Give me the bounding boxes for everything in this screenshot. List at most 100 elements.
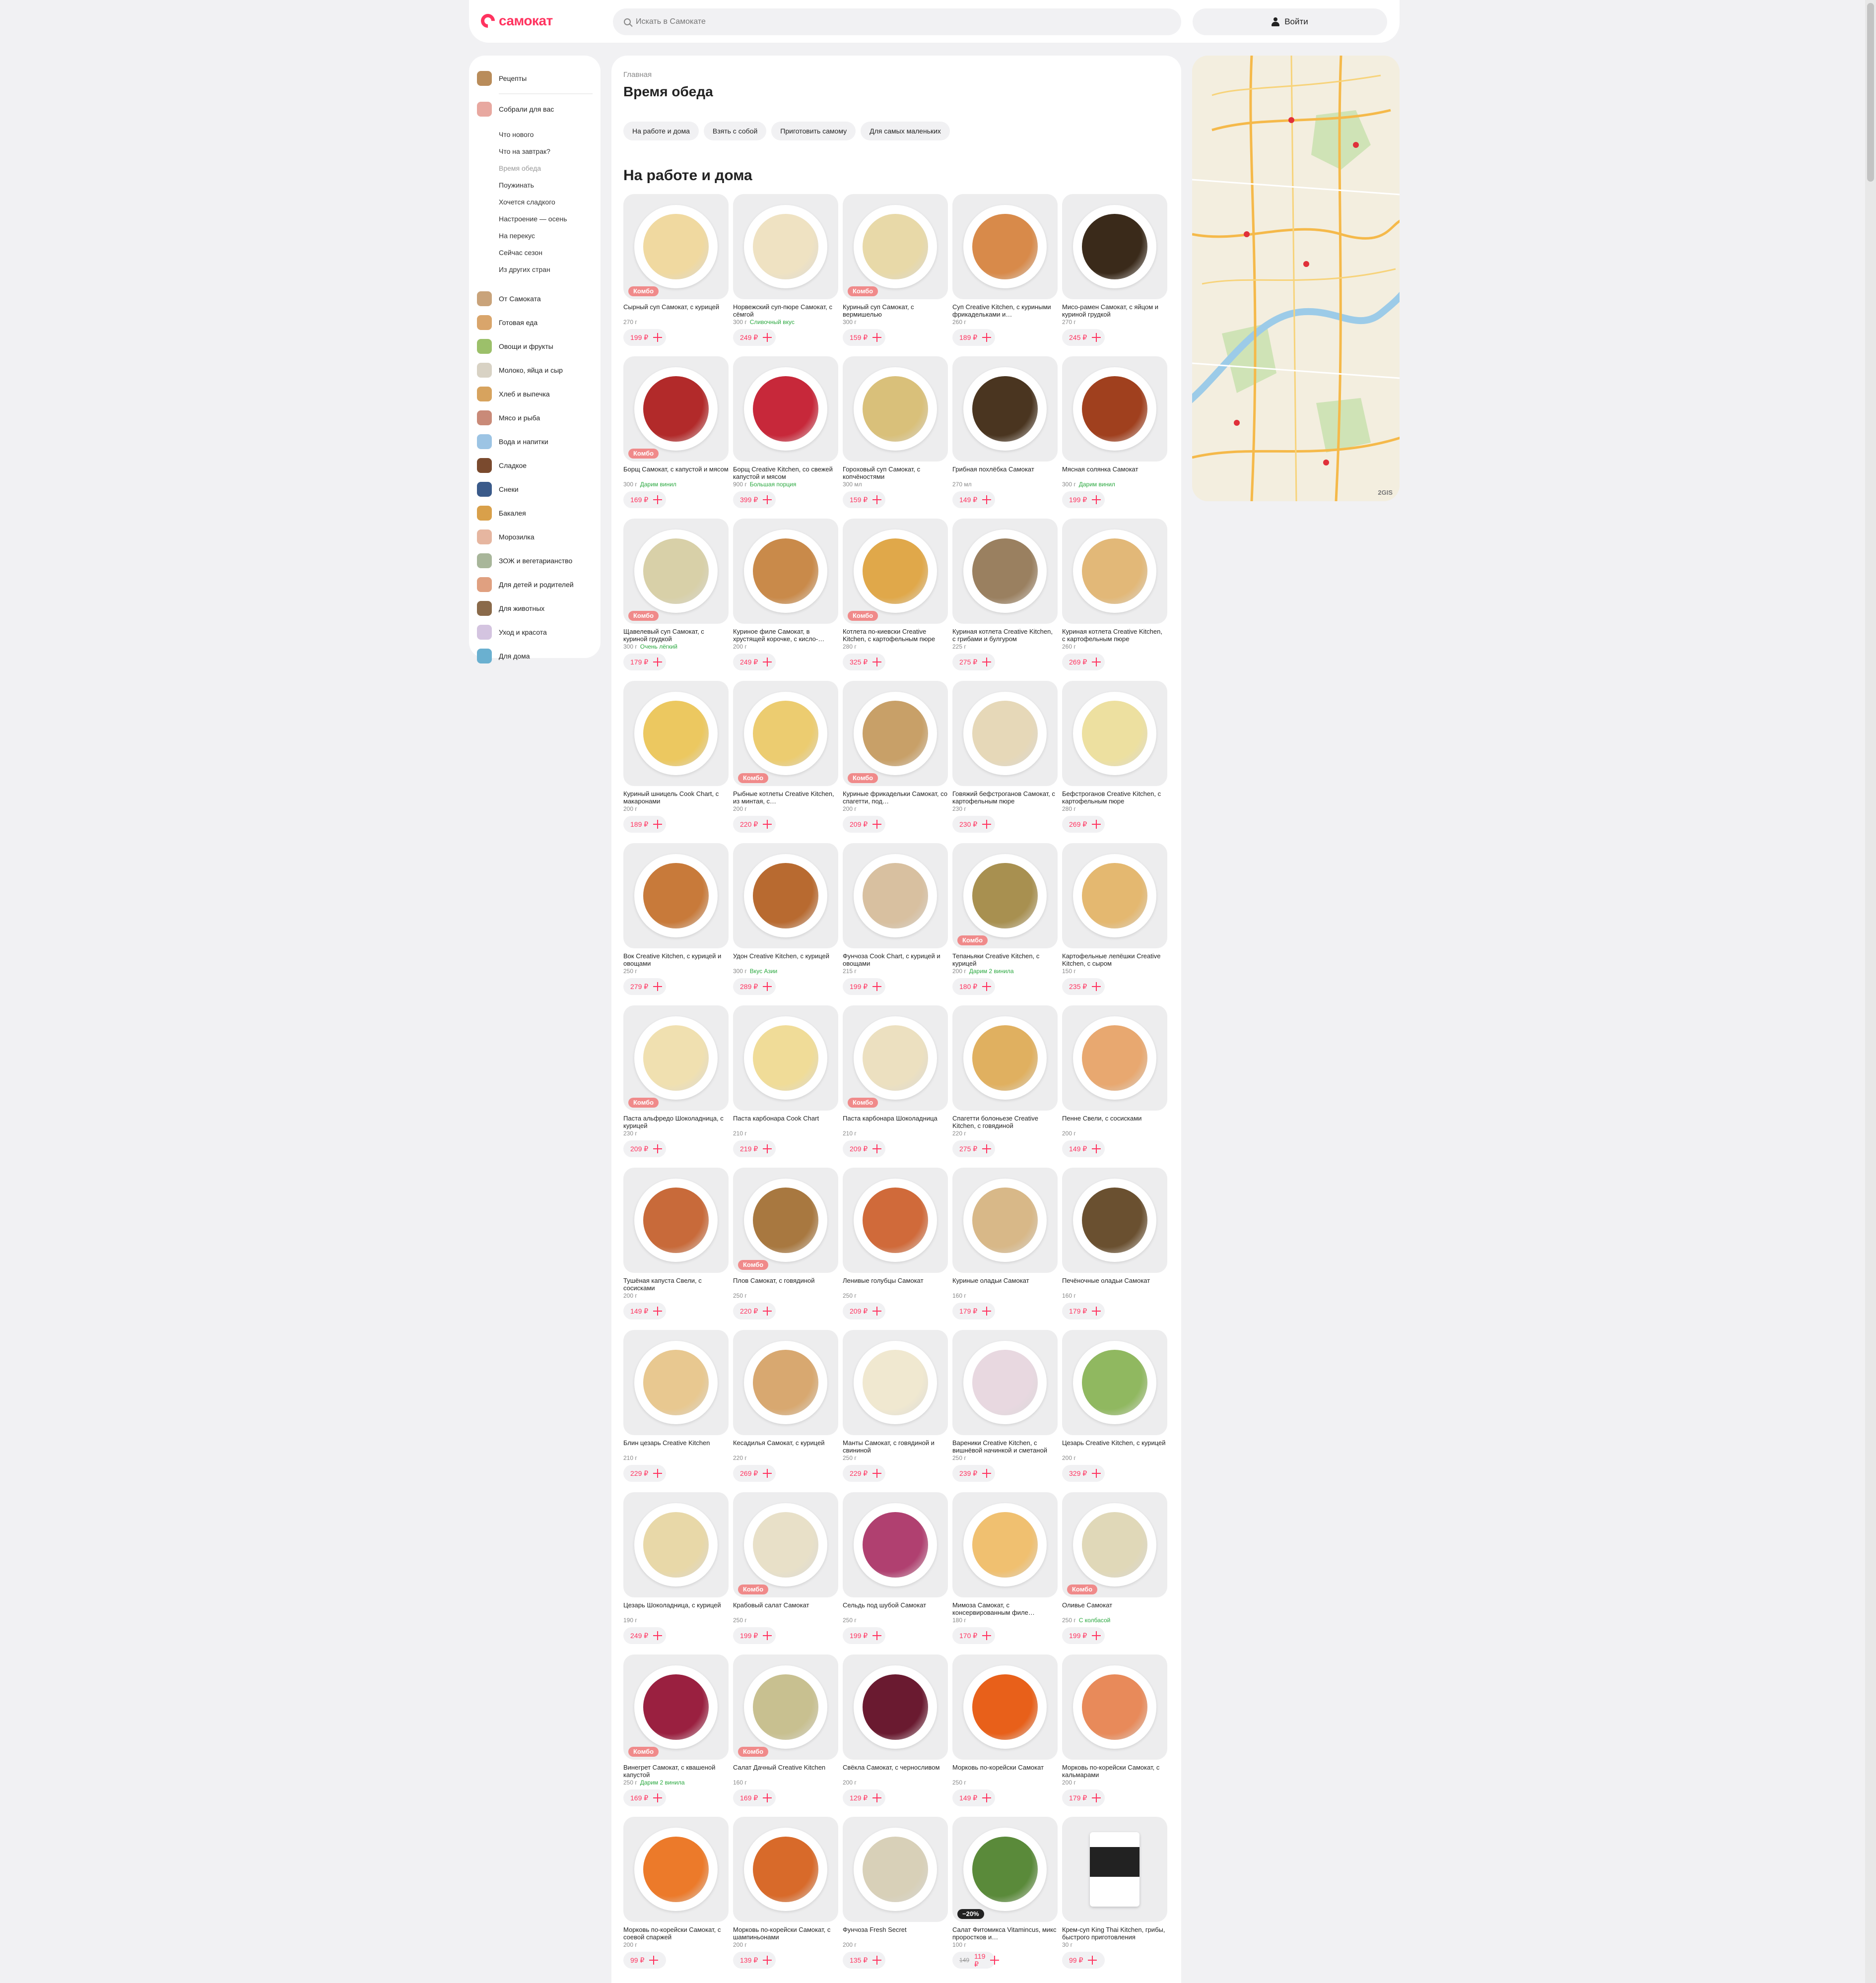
add-to-cart-button[interactable]: 180 ₽: [952, 978, 995, 995]
product-card[interactable]: Мисо-рамен Самокат, с яйцом и куриной гр…: [1062, 194, 1167, 356]
product-card[interactable]: −20% Салат Фитомикса Vitamincus, микс про…: [952, 1817, 1058, 1979]
product-image[interactable]: [952, 681, 1058, 786]
sidebar-subitem[interactable]: На перекус: [499, 227, 593, 244]
product-name[interactable]: Морковь по-корейски Самокат, с кальмарам…: [1062, 1764, 1167, 1779]
product-image[interactable]: [843, 1492, 948, 1597]
product-image[interactable]: [1062, 519, 1167, 624]
product-image[interactable]: Комбо: [623, 356, 729, 462]
add-to-cart-button[interactable]: 329 ₽: [1062, 1465, 1105, 1482]
product-name[interactable]: Удон Creative Kitchen, с курицей: [733, 952, 838, 967]
product-image[interactable]: [952, 194, 1058, 299]
sidebar-subitem[interactable]: Время обеда: [499, 160, 593, 177]
product-image[interactable]: Комбо: [843, 194, 948, 299]
product-image[interactable]: Комбо: [733, 681, 838, 786]
product-name[interactable]: Сырный суп Самокат, с курицей: [623, 303, 729, 318]
sidebar-subitem[interactable]: Хочется сладкого: [499, 194, 593, 210]
add-to-cart-button[interactable]: 235 ₽: [1062, 978, 1105, 995]
add-to-cart-button[interactable]: 249 ₽: [623, 1627, 666, 1644]
product-name[interactable]: Паста карбонара Шоколадница: [843, 1115, 948, 1129]
product-image[interactable]: Комбо: [623, 519, 729, 624]
product-image[interactable]: [733, 1005, 838, 1111]
product-card[interactable]: Комбо Крабовый салат Самокат 250 г 199 ₽: [733, 1492, 838, 1654]
product-card[interactable]: Комбо Рыбные котлеты Creative Kitchen, из…: [733, 681, 838, 843]
add-to-cart-button[interactable]: 269 ₽: [1062, 654, 1105, 670]
product-image[interactable]: [952, 1168, 1058, 1273]
breadcrumb[interactable]: Главная: [623, 70, 1169, 79]
product-name[interactable]: Паста карбонара Cook Chart: [733, 1115, 838, 1129]
search-bar[interactable]: [613, 8, 1181, 35]
product-card[interactable]: Куриная котлета Creative Kitchen, с карт…: [1062, 519, 1167, 681]
add-to-cart-button[interactable]: 249 ₽: [733, 654, 776, 670]
add-to-cart-button[interactable]: 279 ₽: [623, 978, 666, 995]
product-name[interactable]: Плов Самокат, с говядиной: [733, 1277, 838, 1292]
add-to-cart-button[interactable]: 189 ₽: [952, 329, 995, 346]
product-name[interactable]: Говяжий бефстроганов Самокат, с картофел…: [952, 790, 1058, 805]
product-card[interactable]: Гороховый суп Самокат, с копчёностями 300…: [843, 356, 948, 519]
product-image[interactable]: [1062, 356, 1167, 462]
product-name[interactable]: Свёкла Самокат, с черносливом: [843, 1764, 948, 1779]
product-card[interactable]: Сельдь под шубой Самокат 250 г 199 ₽: [843, 1492, 948, 1654]
product-card[interactable]: Бефстроганов Creative Kitchen, с картофе…: [1062, 681, 1167, 843]
add-to-cart-button[interactable]: 135 ₽: [843, 1952, 885, 1969]
product-name[interactable]: Кесадилья Самокат, с курицей: [733, 1439, 838, 1454]
product-name[interactable]: Мисо-рамен Самокат, с яйцом и куриной гр…: [1062, 303, 1167, 318]
product-card[interactable]: Удон Creative Kitchen, с курицей 300 г Вку…: [733, 843, 838, 1005]
product-image[interactable]: Комбо: [843, 1005, 948, 1111]
add-to-cart-button[interactable]: 199 ₽: [843, 978, 885, 995]
product-card[interactable]: Кесадилья Самокат, с курицей 220 г 269 ₽: [733, 1330, 838, 1492]
product-card[interactable]: Комбо Куриный суп Самокат, с вермишелью 30…: [843, 194, 948, 356]
add-to-cart-button[interactable]: 249 ₽: [733, 329, 776, 346]
product-card[interactable]: Печёночные оладьи Самокат 160 г 179 ₽: [1062, 1168, 1167, 1330]
product-image[interactable]: [843, 843, 948, 948]
add-to-cart-button[interactable]: 239 ₽: [952, 1465, 995, 1482]
sidebar-item[interactable]: Для детей и родителей: [477, 573, 593, 596]
product-image[interactable]: Комбо: [623, 1654, 729, 1760]
add-to-cart-button[interactable]: 219 ₽: [733, 1140, 776, 1157]
sidebar-item[interactable]: Бакалея: [477, 501, 593, 525]
product-image[interactable]: Комбо: [843, 681, 948, 786]
product-card[interactable]: Паста карбонара Cook Chart 210 г 219 ₽: [733, 1005, 838, 1168]
product-card[interactable]: Комбо Винегрет Самокат, с квашеной капуст…: [623, 1654, 729, 1817]
product-card[interactable]: Комбо Салат Дачный Creative Kitchen 160 г 1…: [733, 1654, 838, 1817]
product-image[interactable]: [1062, 1817, 1167, 1922]
product-card[interactable]: Манты Самокат, с говядиной и свининой 250…: [843, 1330, 948, 1492]
product-card[interactable]: Мимоза Самокат, с консервированным филе……: [952, 1492, 1058, 1654]
add-to-cart-button[interactable]: 289 ₽: [733, 978, 776, 995]
add-to-cart-button[interactable]: 220 ₽: [733, 1303, 776, 1320]
add-to-cart-button[interactable]: 220 ₽: [733, 816, 776, 833]
add-to-cart-button[interactable]: 99 ₽: [623, 1952, 666, 1969]
product-image[interactable]: [843, 356, 948, 462]
sidebar-item[interactable]: Сладкое: [477, 454, 593, 477]
product-image[interactable]: Комбо: [623, 1005, 729, 1111]
add-to-cart-button[interactable]: 275 ₽: [952, 654, 995, 670]
product-name[interactable]: Щавелевый суп Самокат, с куриной грудкой: [623, 628, 729, 643]
filter-chip[interactable]: Для самых маленьких: [861, 122, 950, 140]
product-card[interactable]: Цезарь Шоколадница, с курицей 190 г 249 ₽: [623, 1492, 729, 1654]
samokat-logo[interactable]: самокат: [478, 11, 553, 31]
product-card[interactable]: Крем-суп King Thai Kitchen, грибы, быстр…: [1062, 1817, 1167, 1979]
product-card[interactable]: Куриная котлета Creative Kitchen, с гриб…: [952, 519, 1058, 681]
product-name[interactable]: Куриная котлета Creative Kitchen, с карт…: [1062, 628, 1167, 643]
add-to-cart-button[interactable]: 275 ₽: [952, 1140, 995, 1157]
sidebar-item[interactable]: Для животных: [477, 596, 593, 620]
product-name[interactable]: Салат Фитомикса Vitamincus, микс пророст…: [952, 1926, 1058, 1941]
add-to-cart-button[interactable]: 230 ₽: [952, 816, 995, 833]
product-card[interactable]: Картофельные лепёшки Creative Kitchen, с…: [1062, 843, 1167, 1005]
product-name[interactable]: Морковь по-корейски Самокат: [952, 1764, 1058, 1779]
delivery-map[interactable]: 2GIS: [1192, 56, 1400, 501]
product-name[interactable]: Оливье Самокат: [1062, 1601, 1167, 1616]
product-card[interactable]: Комбо Куриные фрикадельки Самокат, со спа…: [843, 681, 948, 843]
product-card[interactable]: Комбо Оливье Самокат 250 гС колбасой 199 ₽: [1062, 1492, 1167, 1654]
product-image[interactable]: Комбо: [733, 1654, 838, 1760]
product-image[interactable]: Комбо: [733, 1168, 838, 1273]
sidebar-item[interactable]: Морозилка: [477, 525, 593, 549]
login-button[interactable]: Войти: [1193, 8, 1387, 35]
product-card[interactable]: Ленивые голубцы Самокат 250 г 209 ₽: [843, 1168, 948, 1330]
product-image[interactable]: [623, 1168, 729, 1273]
sidebar-item[interactable]: От Самоката: [477, 287, 593, 311]
product-name[interactable]: Блин цезарь Creative Kitchen: [623, 1439, 729, 1454]
add-to-cart-button[interactable]: 149 ₽: [1062, 1140, 1105, 1157]
product-name[interactable]: Цезарь Шоколадница, с курицей: [623, 1601, 729, 1616]
filter-chip[interactable]: Приготовить самому: [771, 122, 856, 140]
product-card[interactable]: Комбо Сырный суп Самокат, с курицей 270 г 1…: [623, 194, 729, 356]
